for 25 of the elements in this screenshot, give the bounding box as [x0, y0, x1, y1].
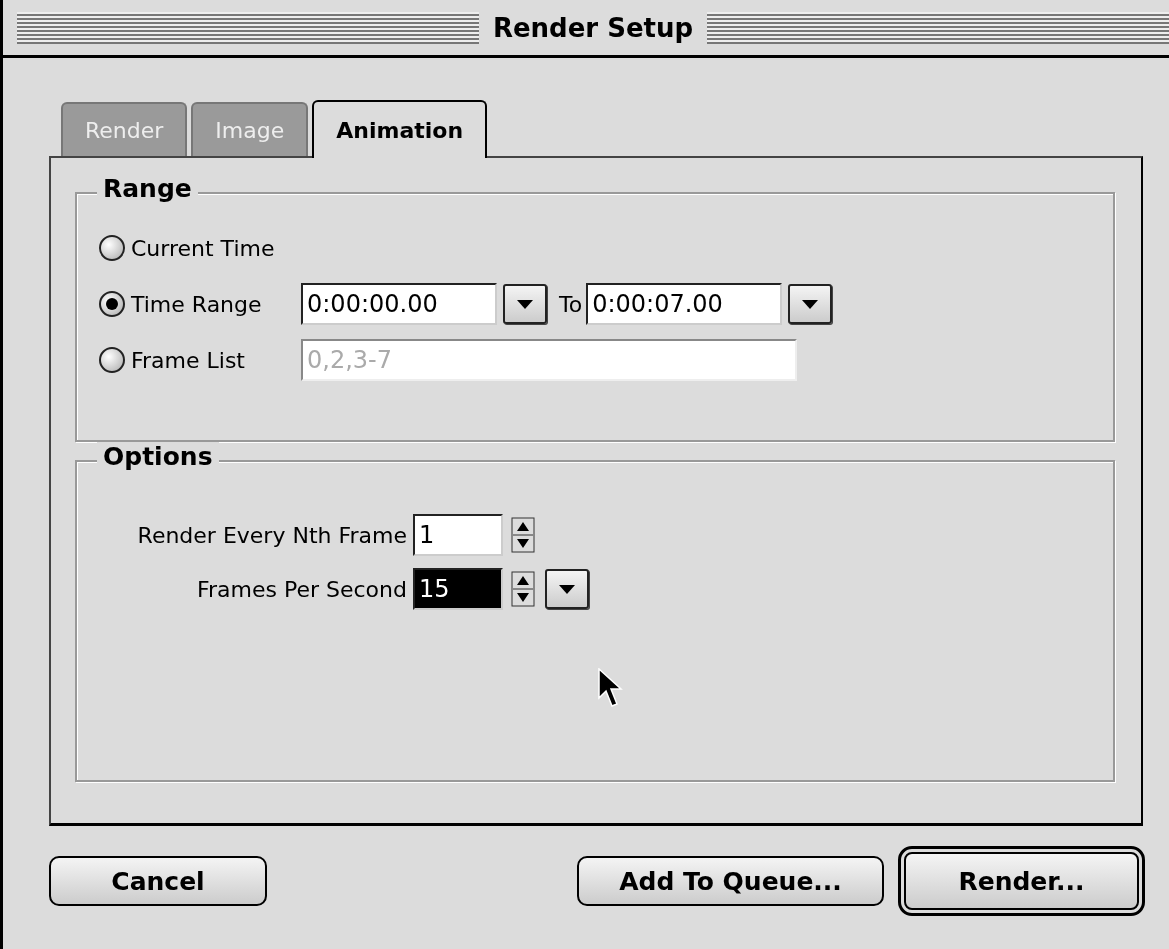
dialog-button[interactable]: Add To Queue...: [577, 856, 884, 906]
number-field[interactable]: 15: [413, 568, 503, 610]
dialog-button[interactable]: Cancel: [49, 856, 267, 906]
stepper-arrows[interactable]: [511, 571, 535, 607]
stepper-arrows[interactable]: [511, 517, 535, 553]
option-label: Render Every Nth Frame: [136, 522, 408, 548]
start-time-field[interactable]: 0:00:00.00: [301, 283, 497, 325]
radio-label: Frame List: [131, 347, 246, 373]
number-field[interactable]: 1: [413, 514, 503, 556]
dropdown-triangle-icon: [802, 299, 819, 309]
option-label: Frames Per Second: [195, 576, 408, 602]
dropdown-triangle-icon: [559, 584, 575, 594]
radio-label: Time Range: [131, 291, 263, 317]
tab[interactable]: Animation: [312, 100, 488, 158]
radio-button[interactable]: [99, 291, 125, 317]
dropdown-button[interactable]: [788, 284, 833, 324]
radio-label: Current Time: [131, 235, 276, 261]
dropdown-button[interactable]: [503, 284, 547, 324]
dropdown-button[interactable]: [545, 569, 589, 609]
radio-button[interactable]: [99, 235, 125, 261]
end-time-field[interactable]: 0:00:07.00: [586, 283, 783, 325]
mouse-pointer-icon: [598, 668, 624, 708]
to-label: To: [559, 291, 583, 317]
group-title: Options: [97, 442, 219, 471]
dropdown-triangle-icon: [517, 299, 533, 309]
